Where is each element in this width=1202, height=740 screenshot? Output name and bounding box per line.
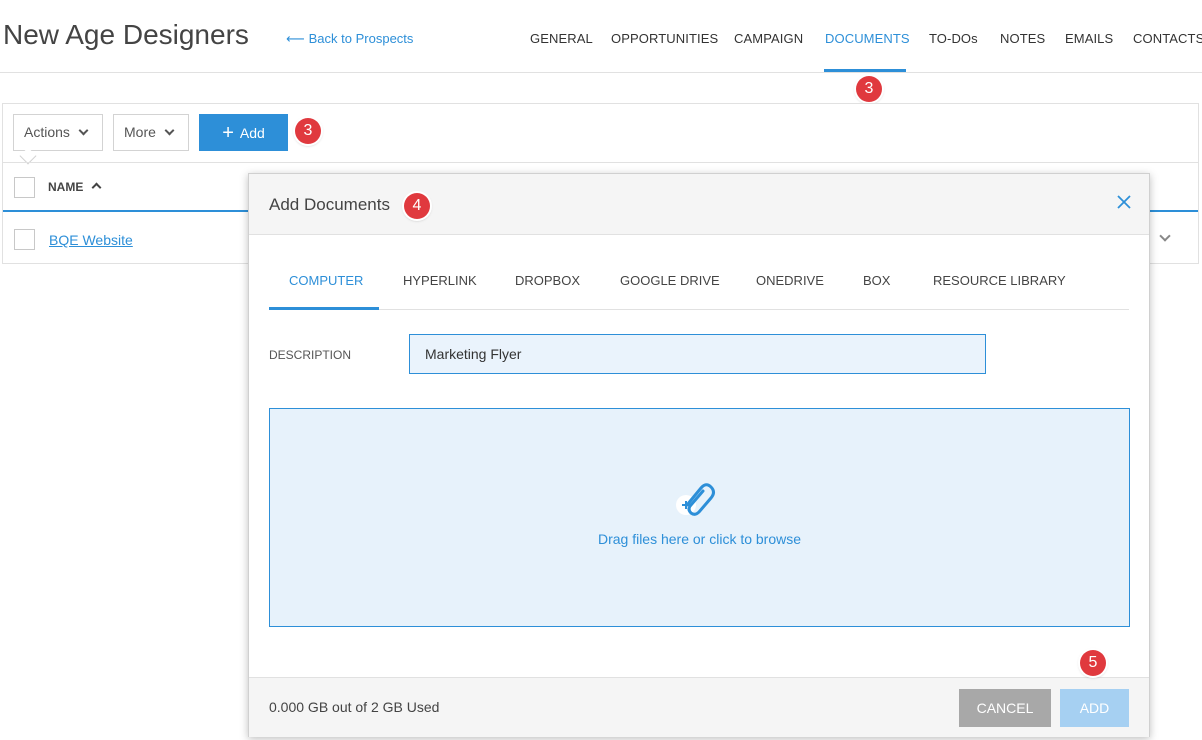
description-label: DESCRIPTION bbox=[269, 348, 352, 362]
more-label: More bbox=[124, 124, 156, 140]
source-tabs: COMPUTER HYPERLINK DROPBOX GOOGLE DRIVE … bbox=[269, 236, 1129, 310]
step-badge-documents: 3 bbox=[856, 76, 882, 102]
dropzone-text[interactable]: Drag files here or click to browse bbox=[270, 531, 1129, 547]
active-source-indicator bbox=[269, 307, 379, 310]
active-tab-indicator bbox=[824, 69, 906, 72]
file-dropzone[interactable]: Drag files here or click to browse bbox=[269, 408, 1130, 627]
arrow-left-icon: ⟵ bbox=[286, 31, 305, 46]
tab-onedrive[interactable]: ONEDRIVE bbox=[756, 273, 824, 288]
plus-icon: + bbox=[222, 122, 234, 144]
tab-notes[interactable]: NOTES bbox=[1000, 31, 1045, 46]
tab-todos[interactable]: TO-DOs bbox=[929, 31, 978, 46]
tab-campaign[interactable]: CAMPAIGN bbox=[734, 31, 803, 46]
tab-computer[interactable]: COMPUTER bbox=[289, 273, 363, 288]
tab-documents[interactable]: DOCUMENTS bbox=[825, 31, 910, 46]
step-badge-add: 3 bbox=[295, 118, 321, 144]
modal-header: Add Documents bbox=[249, 174, 1149, 235]
add-document-button[interactable]: ADD bbox=[1060, 689, 1129, 727]
tab-box[interactable]: BOX bbox=[863, 273, 890, 288]
close-icon[interactable] bbox=[1117, 195, 1131, 209]
add-documents-modal: Add Documents 4 COMPUTER HYPERLINK DROPB… bbox=[248, 173, 1150, 737]
paperclip-icon bbox=[676, 483, 715, 516]
chevron-down-icon bbox=[164, 125, 175, 136]
actions-label: Actions bbox=[24, 124, 70, 140]
modal-footer: 0.000 GB out of 2 GB Used CANCEL ADD bbox=[249, 677, 1149, 737]
step-badge-add-document: 5 bbox=[1080, 650, 1106, 676]
tab-emails[interactable]: EMAILS bbox=[1065, 31, 1113, 46]
tab-general[interactable]: GENERAL bbox=[530, 31, 593, 46]
tab-opportunities[interactable]: OPPORTUNITIES bbox=[611, 31, 718, 46]
modal-title: Add Documents bbox=[269, 195, 390, 214]
add-button[interactable]: + Add bbox=[199, 114, 288, 151]
row-checkbox[interactable] bbox=[14, 229, 35, 250]
cancel-button[interactable]: CANCEL bbox=[959, 689, 1051, 727]
chevron-down-icon bbox=[78, 125, 89, 136]
document-link[interactable]: BQE Website bbox=[49, 232, 133, 248]
description-field[interactable] bbox=[409, 334, 986, 374]
back-link-label: Back to Prospects bbox=[308, 31, 414, 46]
back-to-prospects-link[interactable]: ⟵ Back to Prospects bbox=[286, 31, 413, 47]
select-all-checkbox[interactable] bbox=[14, 177, 35, 198]
column-header-name[interactable]: NAME bbox=[48, 180, 83, 194]
storage-usage: 0.000 GB out of 2 GB Used bbox=[269, 699, 440, 715]
tab-resource-library[interactable]: RESOURCE LIBRARY bbox=[933, 273, 1066, 288]
tab-hyperlink[interactable]: HYPERLINK bbox=[403, 273, 477, 288]
add-button-label: Add bbox=[239, 125, 265, 141]
page-title: New Age Designers bbox=[3, 19, 249, 50]
actions-dropdown[interactable]: Actions bbox=[13, 114, 103, 151]
step-badge-modal: 4 bbox=[404, 193, 430, 219]
tab-contacts[interactable]: CONTACTS bbox=[1133, 31, 1202, 46]
more-dropdown[interactable]: More bbox=[113, 114, 189, 151]
tab-google-drive[interactable]: GOOGLE DRIVE bbox=[620, 273, 720, 288]
tab-dropbox[interactable]: DROPBOX bbox=[515, 273, 580, 288]
